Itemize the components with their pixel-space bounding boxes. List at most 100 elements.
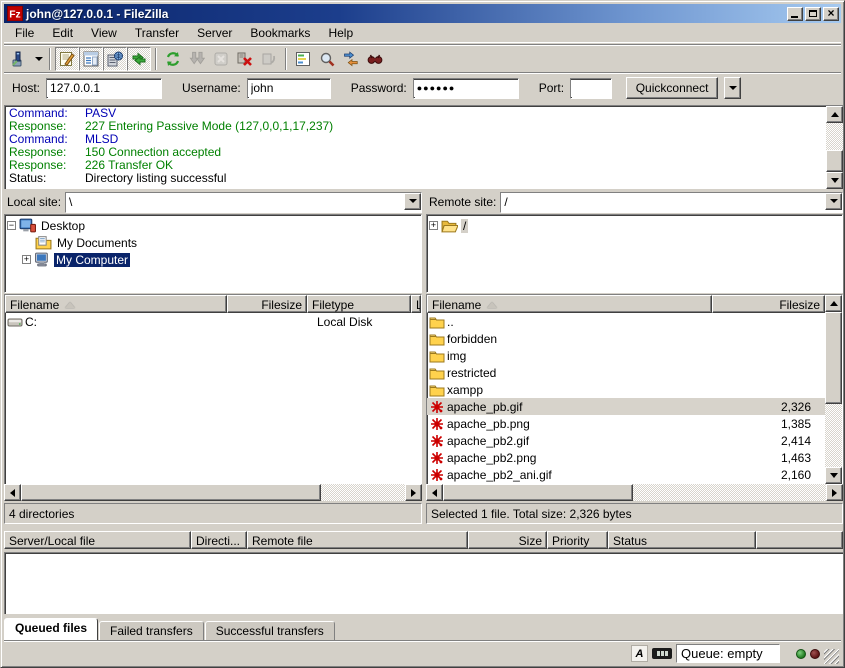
speed-limit-icon[interactable] [652, 648, 672, 659]
scroll-left-button[interactable] [426, 484, 443, 501]
queue-tabs: Queued files Failed transfers Successful… [4, 618, 335, 640]
remote-site-dropdown[interactable] [825, 193, 842, 210]
tree-item-my-computer[interactable]: + My Computer [7, 251, 421, 268]
local-hscrollbar[interactable] [4, 484, 422, 501]
local-site-label: Local site: [4, 195, 61, 209]
image-file-icon [429, 468, 445, 482]
toggle-local-tree-button[interactable] [79, 47, 103, 71]
password-input[interactable] [414, 80, 518, 97]
filename-filters-button[interactable] [291, 47, 315, 71]
column-size[interactable]: Size [468, 531, 547, 549]
tab-successful-transfers[interactable]: Successful transfers [205, 621, 335, 640]
toggle-message-log-button[interactable] [55, 47, 79, 71]
port-input[interactable] [571, 80, 611, 97]
remote-site-input[interactable] [501, 193, 825, 212]
remote-file-row[interactable]: restricted [427, 364, 825, 381]
remote-file-row[interactable]: apache_pb2.png1,463 [427, 449, 825, 466]
quickconnect-dropdown[interactable] [724, 77, 741, 99]
site-manager-button[interactable] [8, 47, 32, 71]
arrow-down-icon [830, 473, 838, 478]
toggle-queue-button[interactable] [127, 47, 151, 71]
column-server-local-file[interactable]: Server/Local file [4, 531, 191, 549]
remote-pane: Remote site: + / [426, 191, 843, 293]
scroll-thumb[interactable] [443, 484, 633, 501]
menu-edit[interactable]: Edit [43, 23, 82, 43]
scroll-down-button[interactable] [825, 467, 842, 484]
column-filesize[interactable]: Filesize [227, 295, 307, 313]
remote-file-row[interactable]: img [427, 347, 825, 364]
menu-view[interactable]: View [82, 23, 126, 43]
expand-icon[interactable]: + [22, 255, 31, 264]
scroll-thumb[interactable] [825, 312, 842, 404]
remote-file-row-selected[interactable]: apache_pb.gif2,326 [427, 398, 825, 415]
remote-file-row[interactable]: xampp [427, 381, 825, 398]
local-file-row[interactable]: C: Local Disk [5, 313, 421, 330]
tab-failed-transfers[interactable]: Failed transfers [99, 621, 204, 640]
column-status[interactable]: Status [608, 531, 756, 549]
tab-queued-files[interactable]: Queued files [4, 618, 98, 640]
local-site-dropdown[interactable] [404, 193, 421, 210]
remote-file-row[interactable]: apache_pb.png1,385 [427, 415, 825, 432]
compare-icon [319, 51, 335, 67]
refresh-button[interactable] [161, 47, 185, 71]
image-file-icon [429, 400, 445, 414]
username-field-wrap [247, 78, 331, 99]
queue-header: Server/Local file Directi... Remote file… [4, 531, 843, 552]
username-input[interactable] [248, 80, 330, 97]
scroll-left-button[interactable] [4, 484, 21, 501]
column-filetype[interactable]: Filetype [307, 295, 411, 313]
cancel-icon [213, 51, 229, 67]
scroll-down-button[interactable] [826, 172, 843, 189]
maximize-button[interactable] [805, 7, 821, 21]
log-scrollbar[interactable] [826, 106, 843, 189]
menu-transfer[interactable]: Transfer [126, 23, 188, 43]
column-direction[interactable]: Directi... [191, 531, 247, 549]
drive-icon [7, 315, 23, 329]
quickconnect-button[interactable]: Quickconnect [626, 77, 718, 99]
image-file-icon [429, 451, 445, 465]
minimize-button[interactable] [787, 7, 803, 21]
synchronized-browsing-button[interactable] [339, 47, 363, 71]
remote-file-row[interactable]: .. [427, 313, 825, 330]
scroll-right-button[interactable] [826, 484, 843, 501]
column-priority[interactable]: Priority [547, 531, 608, 549]
toolbar-separator [49, 48, 51, 70]
arrow-down-icon [831, 178, 839, 183]
menu-bookmarks[interactable]: Bookmarks [241, 23, 319, 43]
tree-item-my-documents[interactable]: My Documents [7, 234, 421, 251]
remote-hscrollbar[interactable] [426, 484, 843, 501]
disconnect-button[interactable] [233, 47, 257, 71]
local-site-input[interactable] [66, 193, 404, 212]
toggle-remote-tree-button[interactable] [103, 47, 127, 71]
column-filesize[interactable]: Filesize [712, 295, 825, 313]
resize-grip[interactable] [824, 649, 839, 664]
column-filler [756, 531, 843, 549]
column-filename[interactable]: Filename [5, 295, 227, 313]
menu-file[interactable]: File [6, 23, 43, 43]
menu-server[interactable]: Server [188, 23, 241, 43]
tree-item-desktop[interactable]: − Desktop [7, 217, 421, 234]
close-button[interactable]: × [823, 7, 839, 21]
tree-item-root[interactable]: + / [429, 217, 842, 234]
collapse-icon[interactable]: − [7, 221, 16, 230]
remote-list-scrollbar[interactable] [825, 295, 842, 484]
scroll-thumb[interactable] [826, 150, 843, 172]
host-input[interactable] [47, 80, 161, 97]
expand-icon[interactable]: + [429, 221, 438, 230]
remote-file-row[interactable]: apache_pb2.gif2,414 [427, 432, 825, 449]
scroll-right-button[interactable] [405, 484, 422, 501]
scroll-up-button[interactable] [825, 295, 842, 312]
find-files-button[interactable] [363, 47, 387, 71]
column-remote-file[interactable]: Remote file [247, 531, 468, 549]
column-filename[interactable]: Filename [427, 295, 712, 313]
remote-file-row[interactable]: forbidden [427, 330, 825, 347]
column-last-modified[interactable]: L [411, 295, 421, 313]
scroll-up-button[interactable] [826, 106, 843, 123]
menu-help[interactable]: Help [319, 23, 362, 43]
queue-list[interactable] [4, 552, 843, 614]
title-bar[interactable]: john@127.0.0.1 - FileZilla × [4, 4, 841, 23]
remote-file-row[interactable]: apache_pb2_ani.gif2,160 [427, 466, 825, 483]
site-manager-dropdown[interactable] [32, 47, 45, 71]
scroll-thumb[interactable] [21, 484, 321, 501]
directory-comparison-button[interactable] [315, 47, 339, 71]
